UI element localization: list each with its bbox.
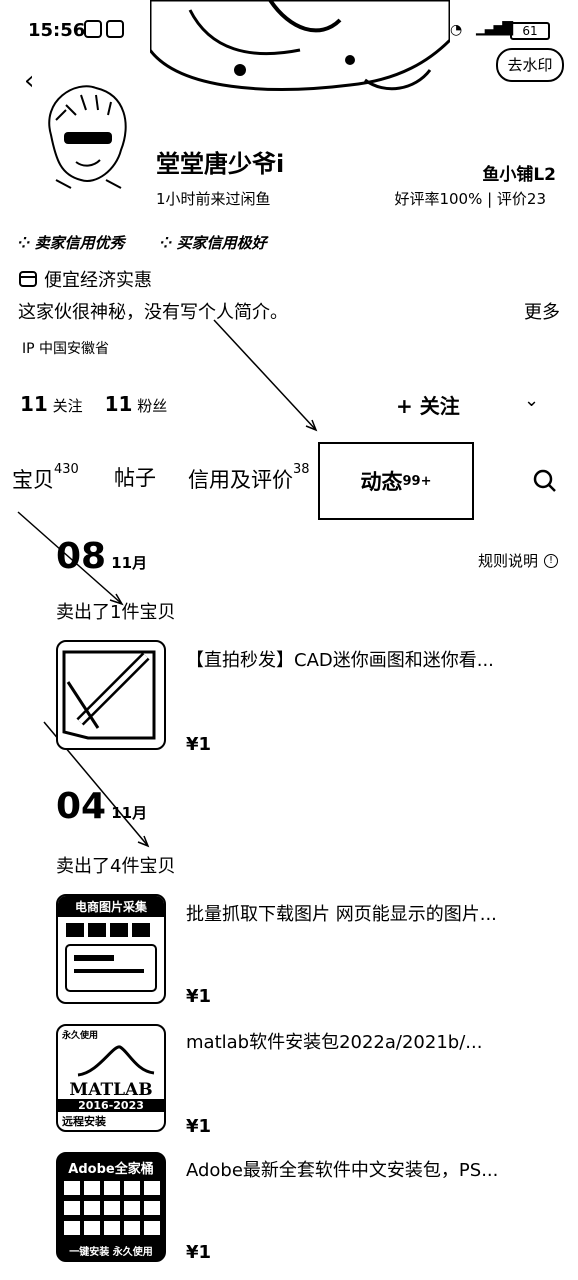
credit-icon: ⁘: [18, 233, 31, 252]
profile-banner-image: [150, 0, 450, 95]
following-count: 11: [20, 392, 48, 416]
fans-count: 11: [104, 392, 133, 416]
date-header: 08 11月: [56, 536, 147, 577]
seller-credit-badge[interactable]: ⁘ 卖家信用优秀: [18, 232, 125, 253]
notification-icon: [106, 20, 124, 38]
wifi-icon: ◔: [450, 22, 463, 38]
info-icon: !: [544, 553, 558, 568]
tab-count: 430: [54, 462, 79, 477]
tab-posts[interactable]: 帖子: [114, 462, 156, 492]
fans-label: 粉丝: [137, 397, 168, 415]
rules-label: 规则说明: [477, 552, 538, 570]
notification-icon: [84, 20, 102, 38]
date-day: 08: [56, 536, 107, 577]
last-seen-text: 1小时前来过闲鱼: [156, 190, 271, 208]
product-thumbnail[interactable]: 永久使用 MATLAB 2016-2023 远程安装: [56, 1024, 166, 1132]
fans-stat[interactable]: 11 粉丝: [105, 392, 168, 416]
profile-tag: 便宜经济实惠: [18, 266, 152, 292]
tab-label: 宝贝: [12, 468, 54, 492]
thumb-caption: MATLAB: [69, 1080, 153, 1100]
product-title[interactable]: Adobe最新全套软件中文安装包，PS...: [186, 1156, 562, 1182]
date-header: 04 11月: [56, 786, 147, 827]
date-day: 04: [56, 786, 107, 827]
thumb-caption: 远程安装: [62, 1115, 106, 1128]
product-thumbnail[interactable]: 电商图片采集: [56, 894, 166, 1004]
product-price: ¥1: [186, 1116, 212, 1137]
shop-level-badge[interactable]: 鱼小铺L2: [482, 160, 556, 185]
product-title[interactable]: 批量抓取下载图片 网页能显示的图片...: [186, 900, 562, 926]
product-price: ¥1: [186, 734, 212, 755]
signal-icon: ▁▃▅▇: [476, 20, 513, 36]
date-month: 11月: [111, 554, 148, 572]
tab-activity[interactable]: 动态 99+: [318, 442, 474, 520]
product-thumbnail[interactable]: [56, 640, 166, 750]
product-title[interactable]: matlab软件安装包2022a/2021b/...: [186, 1028, 562, 1054]
profile-name: 堂堂唐少爷i: [156, 150, 285, 178]
back-button[interactable]: ‹: [24, 66, 34, 96]
following-label: 关注: [52, 397, 83, 415]
tab-count: 38: [293, 462, 310, 477]
chevron-down-icon[interactable]: ⌄: [524, 390, 539, 411]
date-month: 11月: [111, 804, 148, 822]
tab-label: 动态: [360, 470, 403, 494]
tab-label: 信用及评价: [188, 468, 293, 492]
product-price: ¥1: [186, 986, 212, 1007]
thumb-caption: Adobe全家桶: [68, 1162, 154, 1177]
ip-location: IP 中国安徽省: [22, 341, 110, 357]
sold-summary: 卖出了1件宝贝: [56, 602, 176, 623]
sold-summary: 卖出了4件宝贝: [56, 856, 176, 877]
buyer-credit-badge[interactable]: ⁘ 买家信用极好: [160, 232, 267, 253]
more-link[interactable]: 更多: [524, 298, 560, 324]
seller-credit-label: 卖家信用优秀: [34, 234, 125, 252]
thumb-caption: 2016-2023: [58, 1099, 164, 1112]
profile-bio: 这家伙很神秘，没有写个人简介。: [18, 302, 288, 323]
tab-count: 99+: [402, 473, 432, 489]
thumb-caption: 永久使用: [62, 1031, 99, 1041]
tab-label: 帖子: [114, 466, 156, 490]
product-title[interactable]: 【直拍秒发】CAD迷你画图和迷你看...: [186, 646, 562, 672]
avatar[interactable]: [36, 80, 136, 190]
watermark-button[interactable]: 去水印: [496, 48, 564, 82]
social-counts: 11 关注 11 粉丝: [20, 392, 167, 416]
shop-icon: [19, 271, 37, 287]
product-thumbnail[interactable]: Adobe全家桶 一键安装 永久使用: [56, 1152, 166, 1262]
thumb-caption: 电商图片采集: [58, 896, 164, 917]
rules-link[interactable]: 规则说明 !: [478, 550, 558, 571]
thumb-caption: 一键安装 永久使用: [69, 1247, 153, 1258]
follow-button[interactable]: + 关注: [396, 390, 460, 419]
credit-icon: ⁘: [160, 233, 173, 252]
following-stat[interactable]: 11 关注: [20, 392, 83, 416]
battery-icon: 61: [510, 22, 550, 40]
rating-summary[interactable]: 好评率100% | 评价23: [394, 188, 546, 209]
search-icon[interactable]: [532, 468, 558, 498]
buyer-credit-label: 买家信用极好: [176, 234, 267, 252]
profile-tag-label: 便宜经济实惠: [44, 270, 152, 291]
product-price: ¥1: [186, 1242, 212, 1263]
tab-items[interactable]: 宝贝430: [12, 462, 79, 494]
status-time: 15:56: [28, 20, 86, 41]
tab-credit-reviews[interactable]: 信用及评价38: [188, 462, 310, 494]
